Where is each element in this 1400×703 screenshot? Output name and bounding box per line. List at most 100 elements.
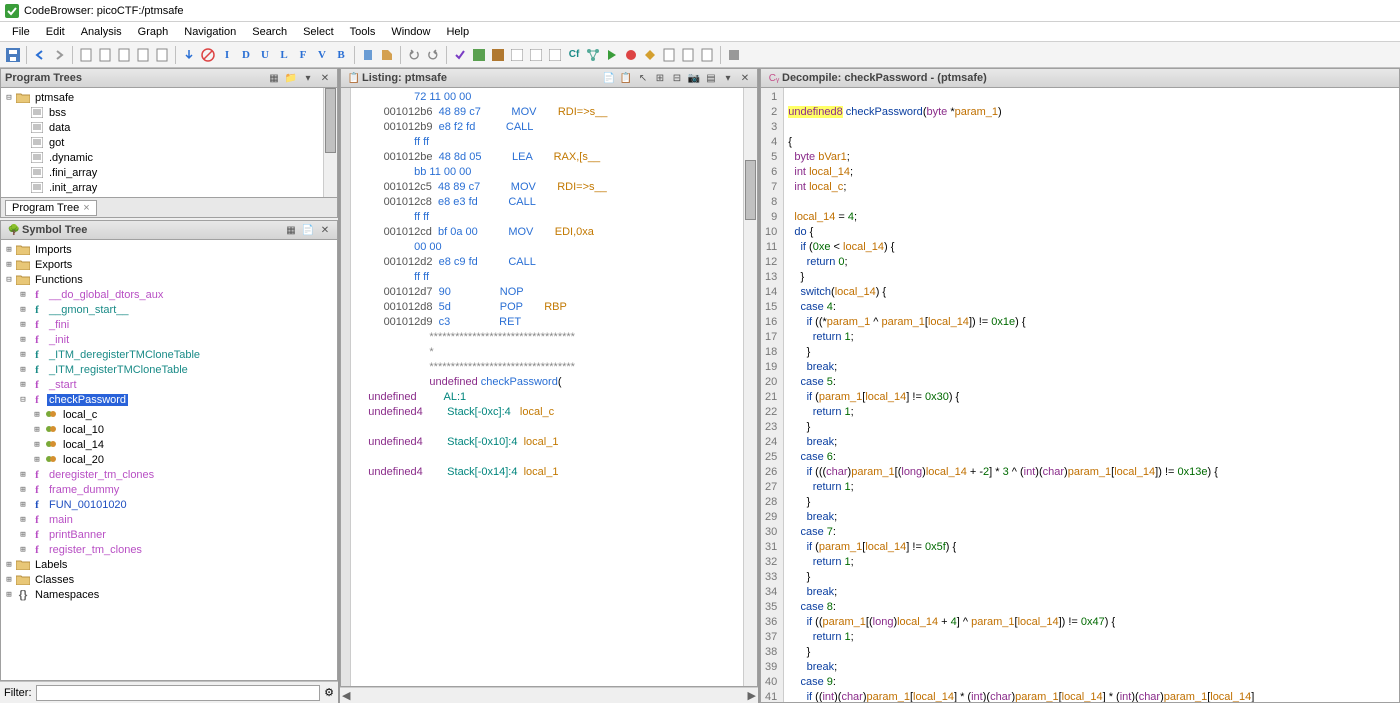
i-icon[interactable]: I	[218, 46, 236, 64]
code-line[interactable]: if ((*param_1 ^ param_1[local_14]) != 0x…	[788, 315, 1254, 330]
code-line[interactable]: return 1;	[788, 405, 1254, 420]
cursor-icon[interactable]: ↖	[635, 70, 651, 86]
tree-row[interactable]: ⊞local_20	[3, 452, 335, 467]
tree-row[interactable]: ⊞fFUN_00101020	[3, 497, 335, 512]
tree-row[interactable]: ⊞f_ITM_registerTMCloneTable	[3, 362, 335, 377]
listing-row[interactable]: bb 11 00 00	[353, 165, 755, 180]
doc1-icon[interactable]	[77, 46, 95, 64]
f-icon[interactable]: F	[294, 46, 312, 64]
menu-graph[interactable]: Graph	[130, 24, 177, 40]
panel-menu-icon[interactable]: ▾	[300, 70, 316, 86]
code-line[interactable]: if (((char)param_1[(long)local_14 + -2] …	[788, 465, 1254, 480]
doc8-icon[interactable]	[698, 46, 716, 64]
listing-row[interactable]: 001012d7 90 NOP	[353, 285, 755, 300]
u-icon[interactable]: U	[256, 46, 274, 64]
tree-row[interactable]: .init_array	[3, 180, 335, 195]
tree-row[interactable]: .dynamic	[3, 150, 335, 165]
tree-row[interactable]: data	[3, 120, 335, 135]
listing-row[interactable]: 001012c5 48 89 c7 MOV RDI=>s__	[353, 180, 755, 195]
panel-btn-icon[interactable]: ▦	[283, 222, 299, 238]
code-line[interactable]: switch(local_14) {	[788, 285, 1254, 300]
record-icon[interactable]	[622, 46, 640, 64]
menu-help[interactable]: Help	[438, 24, 477, 40]
tree-row[interactable]: ⊞local_14	[3, 437, 335, 452]
grid2-icon[interactable]	[489, 46, 507, 64]
code-line[interactable]: break;	[788, 435, 1254, 450]
tree-row[interactable]: ⊟fcheckPassword	[3, 392, 335, 407]
code-line[interactable]: return 1;	[788, 330, 1254, 345]
doc4-icon[interactable]	[134, 46, 152, 64]
listing-row[interactable]: 001012b9 e8 f2 fd CALL	[353, 120, 755, 135]
code-line[interactable]: if ((int)(char)param_1[local_14] * (int)…	[788, 690, 1254, 703]
tree-row[interactable]: ⊟ptmsafe	[3, 90, 335, 105]
decompile-body[interactable]: 1234567891011121314151617181920212223242…	[760, 88, 1400, 703]
code-line[interactable]: byte bVar1;	[788, 150, 1254, 165]
b-icon[interactable]: B	[332, 46, 350, 64]
listing-row[interactable]: 001012cd bf 0a 00 MOV EDI,0xa	[353, 225, 755, 240]
snapshot-icon[interactable]: 📷	[686, 70, 702, 86]
scrollbar[interactable]	[323, 88, 337, 197]
play-icon[interactable]	[603, 46, 621, 64]
listing-row[interactable]: 00 00	[353, 240, 755, 255]
doc3-icon[interactable]	[115, 46, 133, 64]
code-line[interactable]: break;	[788, 510, 1254, 525]
undo-icon[interactable]	[405, 46, 423, 64]
code-line[interactable]: do {	[788, 225, 1254, 240]
menu-file[interactable]: File	[4, 24, 38, 40]
symbol-tree-body[interactable]: ⊞Imports⊞Exports⊟Functions⊞f__do_global_…	[0, 240, 338, 681]
diff-icon[interactable]: ⊞	[652, 70, 668, 86]
menu-window[interactable]: Window	[383, 24, 438, 40]
tool-icon[interactable]	[725, 46, 743, 64]
code-line[interactable]: {	[788, 135, 1254, 150]
listing-row[interactable]: ff ff	[353, 210, 755, 225]
menu-select[interactable]: Select	[295, 24, 342, 40]
down-arrow-icon[interactable]	[180, 46, 198, 64]
code-line[interactable]: }	[788, 570, 1254, 585]
cf-icon[interactable]: Cf	[565, 46, 583, 64]
code-line[interactable]: return 0;	[788, 255, 1254, 270]
listing-row[interactable]: 001012be 48 8d 05 LEA RAX,[s__	[353, 150, 755, 165]
horizontal-scrollbar[interactable]: ◀▶	[340, 687, 758, 703]
doc7-icon[interactable]	[679, 46, 697, 64]
forward-icon[interactable]	[50, 46, 68, 64]
tree-row[interactable]: ⊞f_ITM_deregisterTMCloneTable	[3, 347, 335, 362]
tree-row[interactable]: ⊞fderegister_tm_clones	[3, 467, 335, 482]
grid1-icon[interactable]	[470, 46, 488, 64]
doc2-icon[interactable]	[96, 46, 114, 64]
listing-row[interactable]: 001012b6 48 89 c7 MOV RDI=>s__	[353, 105, 755, 120]
code-line[interactable]: if ((param_1[(long)local_14 + 4] ^ param…	[788, 615, 1254, 630]
stop-icon[interactable]	[199, 46, 217, 64]
code-line[interactable]: case 9:	[788, 675, 1254, 690]
tree-row[interactable]: ⊞fmain	[3, 512, 335, 527]
listing-body[interactable]: 72 11 00 00 001012b6 48 89 c7 MOV RDI=>s…	[340, 88, 758, 687]
tree-row[interactable]: ⊞fprintBanner	[3, 527, 335, 542]
code-line[interactable]: if (0xe < local_14) {	[788, 240, 1254, 255]
graph-icon[interactable]	[584, 46, 602, 64]
tree-row[interactable]: ⊟Functions	[3, 272, 335, 287]
listing-row[interactable]: ff ff	[353, 270, 755, 285]
listing-row[interactable]: 72 11 00 00	[353, 90, 755, 105]
close-icon[interactable]: ✕	[737, 70, 753, 86]
v-icon[interactable]: V	[313, 46, 331, 64]
code-line[interactable]: }	[788, 345, 1254, 360]
tree-row[interactable]: ⊞f_init	[3, 332, 335, 347]
redo-icon[interactable]	[424, 46, 442, 64]
tree-row[interactable]: ⊞fframe_dummy	[3, 482, 335, 497]
menu-navigation[interactable]: Navigation	[176, 24, 244, 40]
grid3-icon[interactable]	[508, 46, 526, 64]
listing-row[interactable]: 001012d8 5d POP RBP	[353, 300, 755, 315]
tag-icon[interactable]	[378, 46, 396, 64]
code-line[interactable]	[788, 90, 1254, 105]
grid4-icon[interactable]	[527, 46, 545, 64]
doc6-icon[interactable]	[660, 46, 678, 64]
check-icon[interactable]	[451, 46, 469, 64]
tree-row[interactable]: ⊞f_start	[3, 377, 335, 392]
panel-btn-icon[interactable]: 📄	[300, 222, 316, 238]
tree-row[interactable]: ⊞Imports	[3, 242, 335, 257]
code-line[interactable]: if (param_1[local_14] != 0x5f) {	[788, 540, 1254, 555]
fields-icon[interactable]: ▤	[703, 70, 719, 86]
menu-search[interactable]: Search	[244, 24, 295, 40]
tree-row[interactable]: ⊞f__do_global_dtors_aux	[3, 287, 335, 302]
tree-row[interactable]: ⊞{}Namespaces	[3, 587, 335, 602]
diamond-icon[interactable]	[641, 46, 659, 64]
